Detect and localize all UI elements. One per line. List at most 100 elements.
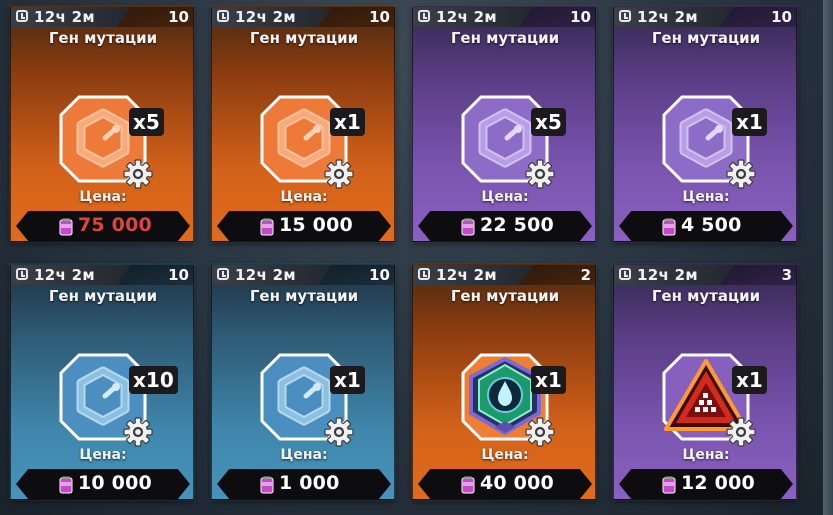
- currency-can-icon: [59, 476, 73, 494]
- offer-header-bar: 12ч 2м 10: [212, 265, 394, 285]
- offer-stock-count: 10: [771, 8, 792, 26]
- offer-timer: 12ч 2м: [235, 8, 296, 26]
- clock-icon: [16, 268, 28, 280]
- offer-quantity-badge: x1: [732, 108, 767, 136]
- right-edge-panel: [823, 0, 833, 515]
- offer-timer: 12ч 2м: [436, 8, 497, 26]
- shop-offer-card[interactable]: 12ч 2м 10 Ген мутации x5 Цена: 75 000: [10, 6, 194, 242]
- timer-box: 12ч 2м: [614, 265, 734, 285]
- offer-stock-count: 10: [369, 8, 390, 26]
- timer-box: 12ч 2м: [614, 7, 734, 27]
- offer-title: Ген мутации: [249, 29, 359, 47]
- shop-offer-card[interactable]: 12ч 2м 10 Ген мутации x1 Цена: 15 000: [211, 6, 395, 242]
- timer-box: 12ч 2м: [413, 7, 533, 27]
- offer-header-bar: 12ч 2м 3: [614, 265, 796, 285]
- offer-title: Ген мутации: [48, 29, 158, 47]
- shop-offer-card[interactable]: 12ч 2м 10 Ген мутации x1 Цена: 1 000: [211, 264, 395, 500]
- currency-can-icon: [461, 476, 475, 494]
- shop-offer-card[interactable]: 12ч 2м 3 Ген мутации x1 Цена: 12 000: [613, 264, 797, 500]
- price-label: Цена:: [280, 189, 328, 205]
- currency-can-icon: [260, 218, 274, 236]
- buy-button[interactable]: 10 000: [16, 469, 190, 499]
- buy-button[interactable]: 12 000: [619, 469, 793, 499]
- offer-stock-count: 10: [369, 266, 390, 284]
- price-label: Цена:: [481, 189, 529, 205]
- gear-icon[interactable]: [324, 159, 354, 189]
- buy-button[interactable]: 15 000: [217, 211, 391, 241]
- offer-price: 12 000: [681, 472, 755, 494]
- offer-title: Ген мутации: [249, 287, 359, 305]
- gear-icon[interactable]: [525, 159, 555, 189]
- currency-can-icon: [59, 218, 73, 236]
- currency-can-icon: [662, 218, 676, 236]
- offer-header-bar: 12ч 2м 10: [11, 7, 193, 27]
- offer-header-bar: 12ч 2м 2: [413, 265, 595, 285]
- timer-box: 12ч 2м: [212, 7, 332, 27]
- offer-title: Ген мутации: [651, 29, 761, 47]
- offer-price: 1 000: [279, 472, 340, 494]
- currency-can-icon: [662, 476, 676, 494]
- offer-title: Ген мутации: [450, 287, 560, 305]
- shop-offer-card[interactable]: 12ч 2м 10 Ген мутации x5 Цена: 22 500: [412, 6, 596, 242]
- offer-price: 15 000: [279, 214, 353, 236]
- offer-price: 75 000: [78, 214, 152, 236]
- price-label: Цена:: [79, 447, 127, 463]
- gear-icon[interactable]: [123, 159, 153, 189]
- offer-timer: 12ч 2м: [235, 266, 296, 284]
- buy-button[interactable]: 4 500: [619, 211, 793, 241]
- timer-box: 12ч 2м: [212, 265, 332, 285]
- gear-icon[interactable]: [324, 417, 354, 447]
- offer-stock-count: 3: [781, 266, 792, 284]
- offer-quantity-badge: x5: [129, 108, 164, 136]
- price-label: Цена:: [280, 447, 328, 463]
- buy-button[interactable]: 40 000: [418, 469, 592, 499]
- offer-stock-count: 10: [168, 8, 189, 26]
- clock-icon: [217, 10, 229, 22]
- offer-timer: 12ч 2м: [637, 266, 698, 284]
- offer-header-bar: 12ч 2м 10: [11, 265, 193, 285]
- offer-quantity-badge: x1: [531, 366, 566, 394]
- offer-quantity-badge: x1: [732, 366, 767, 394]
- clock-icon: [418, 10, 430, 22]
- offer-quantity-badge: x5: [531, 108, 566, 136]
- clock-icon: [418, 268, 430, 280]
- offer-price: 4 500: [681, 214, 742, 236]
- timer-box: 12ч 2м: [11, 265, 131, 285]
- gear-icon[interactable]: [726, 159, 756, 189]
- gear-icon[interactable]: [726, 417, 756, 447]
- price-label: Цена:: [682, 447, 730, 463]
- clock-icon: [619, 10, 631, 22]
- price-label: Цена:: [682, 189, 730, 205]
- currency-can-icon: [461, 218, 475, 236]
- offer-header-bar: 12ч 2м 10: [413, 7, 595, 27]
- offer-title: Ген мутации: [48, 287, 158, 305]
- offer-stock-count: 2: [580, 266, 591, 284]
- offer-header-bar: 12ч 2м 10: [212, 7, 394, 27]
- offer-quantity-badge: x1: [330, 366, 365, 394]
- shop-screen: 12ч 2м 10 Ген мутации x5 Цена: 75 000 12…: [0, 0, 833, 515]
- offer-price: 22 500: [480, 214, 554, 236]
- offer-stock-count: 10: [570, 8, 591, 26]
- buy-button[interactable]: 22 500: [418, 211, 592, 241]
- shop-offer-card[interactable]: 12ч 2м 10 Ген мутации x10 Цена: 10 000: [10, 264, 194, 500]
- buy-button[interactable]: 75 000: [16, 211, 190, 241]
- price-label: Цена:: [481, 447, 529, 463]
- offer-timer: 12ч 2м: [34, 8, 95, 26]
- offer-timer: 12ч 2м: [436, 266, 497, 284]
- timer-box: 12ч 2м: [413, 265, 533, 285]
- clock-icon: [217, 268, 229, 280]
- offer-price: 10 000: [78, 472, 152, 494]
- gear-icon[interactable]: [525, 417, 555, 447]
- offer-timer: 12ч 2м: [34, 266, 95, 284]
- offer-stock-count: 10: [168, 266, 189, 284]
- clock-icon: [16, 10, 28, 22]
- offer-title: Ген мутации: [450, 29, 560, 47]
- shop-offer-card[interactable]: 12ч 2м 10 Ген мутации x1 Цена: 4 500: [613, 6, 797, 242]
- price-label: Цена:: [79, 189, 127, 205]
- timer-box: 12ч 2м: [11, 7, 131, 27]
- offer-quantity-badge: x10: [129, 366, 178, 394]
- gear-icon[interactable]: [123, 417, 153, 447]
- offer-timer: 12ч 2м: [637, 8, 698, 26]
- shop-offer-card[interactable]: 12ч 2м 2 Ген мутации x1 Цена: 40 000: [412, 264, 596, 500]
- buy-button[interactable]: 1 000: [217, 469, 391, 499]
